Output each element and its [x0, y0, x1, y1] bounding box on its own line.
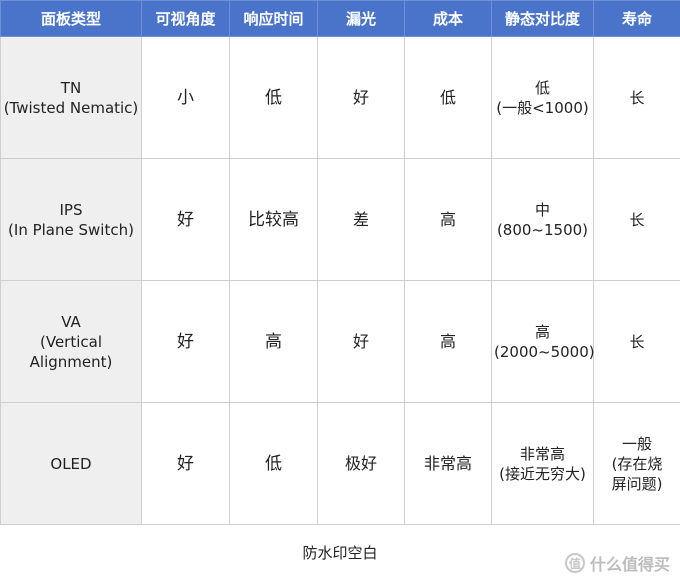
header-lifespan: 寿命	[594, 1, 680, 37]
lifespan-value: 长	[596, 88, 678, 108]
header-light-leak: 漏光	[318, 1, 405, 37]
light-leak-cell: 差	[318, 159, 405, 281]
panel-type-name: IPS	[3, 200, 139, 220]
panel-type-name: VA	[3, 312, 139, 332]
contrast-range: (接近无穷大)	[494, 464, 591, 484]
header-row: 面板类型 可视角度 响应时间 漏光 成本 静态对比度 寿命	[1, 1, 680, 37]
viewing-angle-cell: 好	[142, 281, 230, 403]
contrast-level: 非常高	[494, 444, 591, 464]
response-time-cell: 比较高	[230, 159, 318, 281]
response-time-cell: 低	[230, 37, 318, 159]
lifespan-value: 长	[596, 210, 678, 230]
contrast-cell: 高 (2000~5000)	[492, 281, 594, 403]
response-time-cell: 高	[230, 281, 318, 403]
contrast-cell: 低 (一般<1000)	[492, 37, 594, 159]
contrast-cell: 中 (800~1500)	[492, 159, 594, 281]
watermark-text: 什么值得买	[590, 551, 670, 575]
panel-type-cell: OLED	[1, 403, 142, 525]
contrast-range: (一般<1000)	[494, 98, 591, 118]
cost-cell: 非常高	[405, 403, 492, 525]
header-response-time: 响应时间	[230, 1, 318, 37]
viewing-angle-cell: 好	[142, 159, 230, 281]
panel-type-cell: IPS (In Plane Switch)	[1, 159, 142, 281]
watermark-logo-icon: 值	[565, 553, 585, 573]
light-leak-cell: 好	[318, 281, 405, 403]
contrast-level: 中	[494, 200, 591, 220]
table-row: TN (Twisted Nematic) 小 低 好 低 低 (一般<1000)…	[1, 37, 680, 159]
panel-type-fullname-cont: Alignment)	[3, 352, 139, 372]
panel-type-name: OLED	[3, 454, 139, 474]
lifespan-cell: 长	[594, 37, 680, 159]
lifespan-value: 长	[596, 332, 678, 352]
lifespan-cell: 长	[594, 281, 680, 403]
contrast-cell: 非常高 (接近无穷大)	[492, 403, 594, 525]
lifespan-cell: 长	[594, 159, 680, 281]
contrast-level: 高	[494, 322, 591, 342]
contrast-level: 低	[494, 78, 591, 98]
lifespan-cell: 一般 (存在烧 屏问题)	[594, 403, 680, 525]
cost-cell: 高	[405, 281, 492, 403]
panel-type-fullname: (Vertical	[3, 332, 139, 352]
table-row: OLED 好 低 极好 非常高 非常高 (接近无穷大) 一般 (存在烧 屏问题)	[1, 403, 680, 525]
header-cost: 成本	[405, 1, 492, 37]
watermark: 值 什么值得买	[565, 551, 670, 575]
lifespan-note-cont: 屏问题)	[596, 474, 678, 494]
light-leak-cell: 好	[318, 37, 405, 159]
cost-cell: 低	[405, 37, 492, 159]
panel-type-fullname: (In Plane Switch)	[3, 220, 139, 240]
header-viewing-angle: 可视角度	[142, 1, 230, 37]
panel-type-name: TN	[3, 78, 139, 98]
contrast-range: (2000~5000)	[494, 342, 591, 362]
header-static-contrast: 静态对比度	[492, 1, 594, 37]
table-row: IPS (In Plane Switch) 好 比较高 差 高 中 (800~1…	[1, 159, 680, 281]
cost-cell: 高	[405, 159, 492, 281]
lifespan-value: 一般	[596, 434, 678, 454]
panel-type-cell: VA (Vertical Alignment)	[1, 281, 142, 403]
table-row: VA (Vertical Alignment) 好 高 好 高 高 (2000~…	[1, 281, 680, 403]
viewing-angle-cell: 小	[142, 37, 230, 159]
panel-comparison-table: 面板类型 可视角度 响应时间 漏光 成本 静态对比度 寿命 TN (Twiste…	[0, 0, 680, 525]
header-panel-type: 面板类型	[1, 1, 142, 37]
lifespan-note: (存在烧	[596, 454, 678, 474]
footer-area: 防水印空白 值 什么值得买	[0, 524, 680, 583]
contrast-range: (800~1500)	[494, 220, 591, 240]
panel-type-fullname: (Twisted Nematic)	[3, 98, 139, 118]
panel-type-cell: TN (Twisted Nematic)	[1, 37, 142, 159]
light-leak-cell: 极好	[318, 403, 405, 525]
response-time-cell: 低	[230, 403, 318, 525]
viewing-angle-cell: 好	[142, 403, 230, 525]
